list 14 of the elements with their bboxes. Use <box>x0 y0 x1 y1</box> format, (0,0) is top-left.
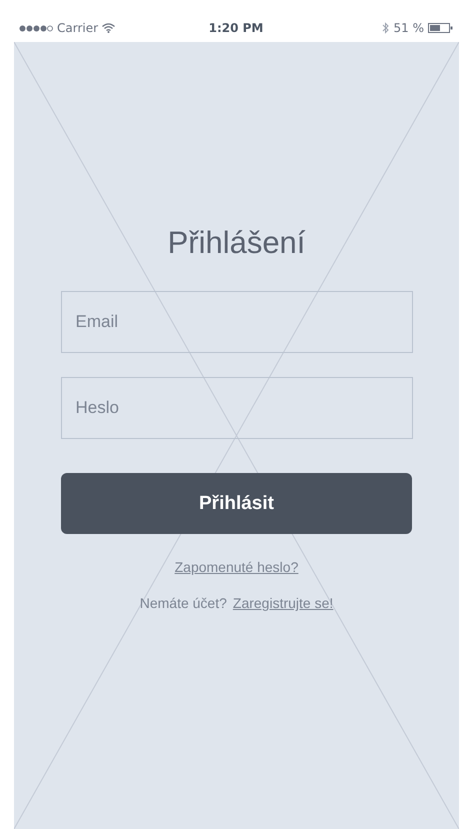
wifi-icon <box>102 23 116 33</box>
login-button[interactable]: Přihlásit <box>61 473 412 534</box>
register-prompt: Nemáte účet? <box>140 595 227 611</box>
status-time: 1:20 PM <box>208 21 264 35</box>
battery-percent: 51 % <box>393 21 424 35</box>
carrier-name: Carrier <box>57 21 98 35</box>
bluetooth-icon <box>382 22 390 34</box>
input-field[interactable]: Email <box>60 291 412 353</box>
battery-icon <box>428 23 453 33</box>
input-field[interactable]: Heslo <box>60 377 412 439</box>
register-link[interactable]: Zaregistrujte se! <box>232 595 334 611</box>
signal-icon <box>19 24 53 32</box>
forgot-password-link[interactable]: Zapomenuté heslo? <box>174 559 298 575</box>
login-title: Přihlášení <box>168 225 306 261</box>
